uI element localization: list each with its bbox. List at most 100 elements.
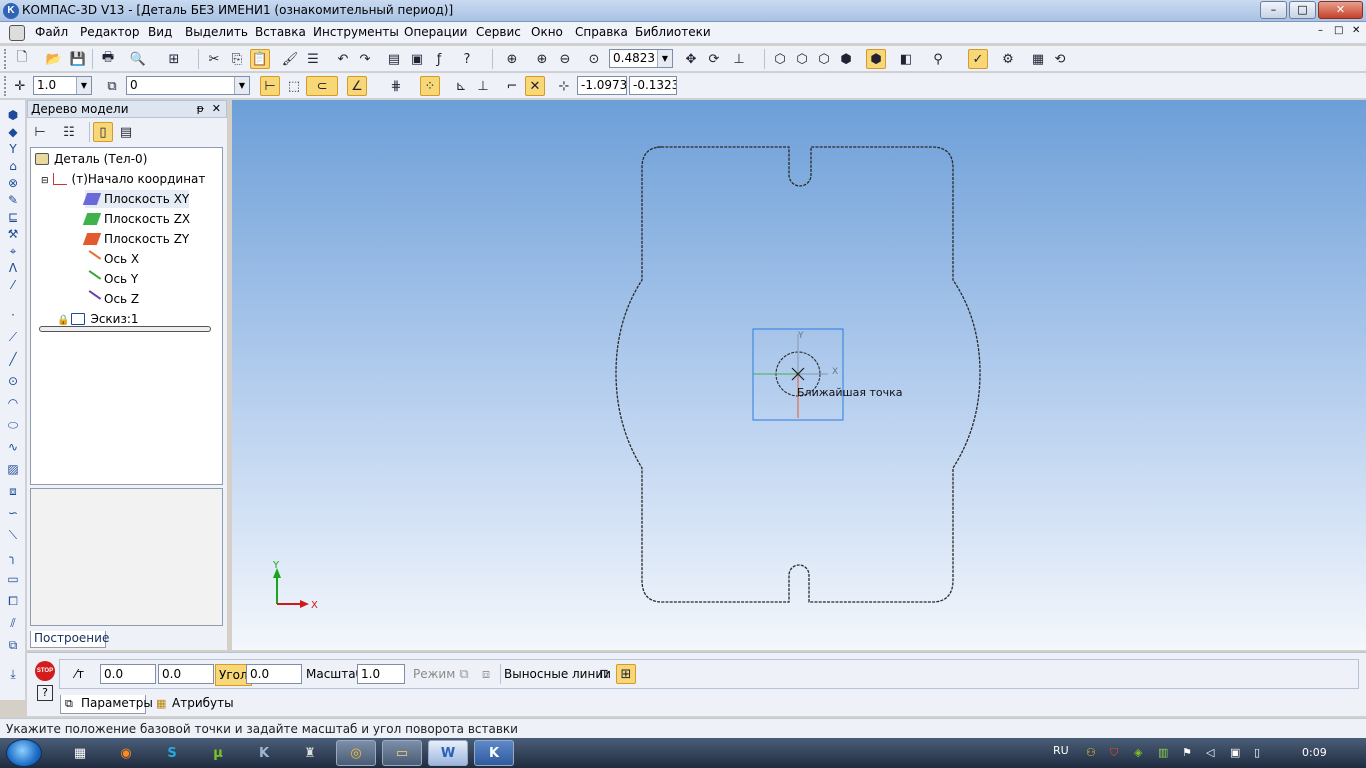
stop-button[interactable]: STOP	[35, 661, 55, 681]
tab-parameters[interactable]: ⧉ Параметры	[60, 695, 153, 714]
chevron-down-icon[interactable]: ▼	[76, 77, 91, 94]
shaded-edges-icon[interactable]: ⬢	[866, 49, 886, 69]
clock[interactable]: 0:09	[1302, 746, 1327, 759]
orientation-icon[interactable]: ⊥	[729, 49, 749, 69]
tray-icon-battery[interactable]: ▥	[1158, 746, 1168, 759]
tab-construction[interactable]: Построение	[30, 631, 109, 648]
mode-two-icon[interactable]: ⧈	[476, 664, 496, 684]
filter-icon[interactable]: ⚲	[928, 49, 948, 69]
hidden-lines-icon[interactable]: ⬡	[792, 49, 812, 69]
save-icon[interactable]: 💾	[68, 49, 88, 69]
chevron-down-icon[interactable]: ▼	[234, 77, 249, 94]
utorrent-icon[interactable]: µ	[198, 740, 238, 766]
menu-file[interactable]: Файл	[35, 25, 68, 39]
mode-one-icon[interactable]: ⧉	[454, 664, 474, 684]
aux-line-icon[interactable]: ⟋	[4, 328, 22, 346]
zoom-in-icon[interactable]: ⊕	[532, 49, 552, 69]
thin-lines-icon[interactable]: ⬡	[814, 49, 834, 69]
collapse-icon[interactable]: ⊟	[41, 176, 49, 186]
arc-icon[interactable]: ◠	[4, 394, 22, 412]
kompas-app-icon[interactable]: K	[3, 3, 19, 19]
corner-icon[interactable]: ⌐	[502, 76, 522, 96]
zoom-combo[interactable]: 0.4823 ▼	[609, 49, 673, 68]
spatial-curves-icon[interactable]: ◆	[4, 123, 22, 141]
kompas-launcher-icon[interactable]: K	[244, 740, 284, 766]
extension-lines-off-icon[interactable]: ⊓	[594, 664, 614, 684]
magnet-snap-icon[interactable]: ⊂	[306, 76, 338, 96]
fillet-icon[interactable]: ╮	[4, 548, 22, 566]
doc-restore-icon[interactable]: □	[1334, 25, 1343, 36]
zoom-out-icon[interactable]: ⊖	[555, 49, 575, 69]
close-panel-icon[interactable]: ✕	[212, 101, 221, 117]
minimize-button[interactable]: –	[1260, 1, 1287, 19]
menu-help[interactable]: Справка	[575, 25, 628, 39]
menu-view[interactable]: Вид	[148, 25, 172, 39]
contour-icon[interactable]: ⧠	[4, 592, 22, 610]
tab-attributes[interactable]: ▦ Атрибуты	[152, 695, 234, 714]
format-brush-icon[interactable]: 🖌	[280, 49, 300, 69]
tray-icon-user[interactable]: ⚇	[1086, 746, 1096, 759]
pin-icon[interactable]: ᵽ	[197, 101, 204, 117]
tray-icon-shield[interactable]: ⛉	[1110, 746, 1118, 760]
menu-tools[interactable]: Инструменты	[313, 25, 399, 39]
firefox-icon[interactable]: ◉	[106, 740, 146, 766]
document-icon[interactable]	[9, 25, 25, 41]
parametrization-icon[interactable]: ⁄	[4, 276, 22, 294]
grid-icon[interactable]: ⋕	[381, 76, 411, 96]
pan-icon[interactable]: ✥	[681, 49, 701, 69]
cursor-x-field[interactable]: -1.0973	[577, 76, 627, 95]
menu-insert[interactable]: Вставка	[255, 25, 306, 39]
manager-icon[interactable]: ▤	[384, 49, 404, 69]
tree-node-plane-zy[interactable]: Плоскость ZY	[82, 230, 189, 248]
word-icon[interactable]: W	[428, 740, 468, 766]
grid-step-icon[interactable]: ✛	[10, 76, 30, 96]
circle-icon[interactable]: ⊙	[4, 372, 22, 390]
network-icon[interactable]: ▣	[1230, 746, 1240, 759]
paste-icon[interactable]: 📋	[250, 49, 270, 69]
preview-icon[interactable]: 🔍	[128, 49, 148, 69]
close-window-button[interactable]: ✕	[1318, 1, 1363, 19]
stripes-icon[interactable]: ⫽	[4, 614, 22, 632]
tree-node-origin[interactable]: ⊟ (т)Начало координат	[41, 170, 205, 188]
properties-icon[interactable]: ⊞	[164, 49, 184, 69]
tree-structure-icon[interactable]: ⊢	[30, 122, 50, 142]
start-button[interactable]	[6, 739, 42, 767]
doc-minimize-icon[interactable]: –	[1318, 25, 1323, 36]
open-folder-icon[interactable]: 📂	[44, 49, 64, 69]
segment-icon[interactable]: ╱	[4, 350, 22, 368]
bezier-icon[interactable]: ∽	[4, 504, 22, 522]
new-document-icon[interactable]: 🗋	[12, 49, 32, 69]
spline-icon[interactable]: ∿	[4, 438, 22, 456]
list-icon[interactable]: ☰	[303, 49, 323, 69]
rectangle-icon[interactable]: ▭	[4, 570, 22, 588]
polyline-icon[interactable]: ⟍	[4, 526, 22, 544]
line-scale-combo[interactable]: 1.0 ▼	[33, 76, 92, 95]
parametric-icon[interactable]: ⊾	[451, 76, 471, 96]
point-x-input[interactable]: 0.0	[100, 664, 156, 684]
zoom-window-icon[interactable]: ⊕	[502, 49, 522, 69]
tree-node-axis-z[interactable]: Ось Z	[82, 290, 139, 308]
game-icon[interactable]: ♜	[290, 740, 330, 766]
arrays-icon[interactable]: ⌂	[4, 157, 22, 175]
menu-window[interactable]: Окно	[531, 25, 563, 39]
trim-icon[interactable]: ✕	[525, 76, 545, 96]
measure-icon[interactable]: ⚙	[998, 49, 1018, 69]
hatch-icon[interactable]: ▨	[4, 460, 22, 478]
tree-sort-icon[interactable]: ☷	[55, 122, 83, 142]
tree-node-axis-y[interactable]: Ось Y	[82, 270, 138, 288]
variables-fx-icon[interactable]: ƒ	[429, 49, 449, 69]
point-y-input[interactable]: 0.0	[158, 664, 214, 684]
shaded-icon[interactable]: ⬢	[836, 49, 856, 69]
point-icon[interactable]: ·	[4, 306, 22, 324]
surfaces-icon[interactable]: Y	[4, 140, 22, 158]
round-icon[interactable]: ∠	[347, 76, 367, 96]
doc-close-icon[interactable]: ✕	[1352, 25, 1360, 36]
tree-node-plane-xy[interactable]: Плоскость XY	[82, 190, 190, 208]
scale-input[interactable]: 1.0	[357, 664, 405, 684]
angle-input[interactable]: 0.0	[246, 664, 302, 684]
extension-lines-on-icon[interactable]: ⊞	[616, 664, 636, 684]
perspective-icon[interactable]: ◧	[896, 49, 916, 69]
toolbar-grip[interactable]	[4, 76, 8, 96]
cut-icon[interactable]: ✂	[204, 49, 224, 69]
edit-details-icon[interactable]: ⬢	[4, 106, 22, 124]
